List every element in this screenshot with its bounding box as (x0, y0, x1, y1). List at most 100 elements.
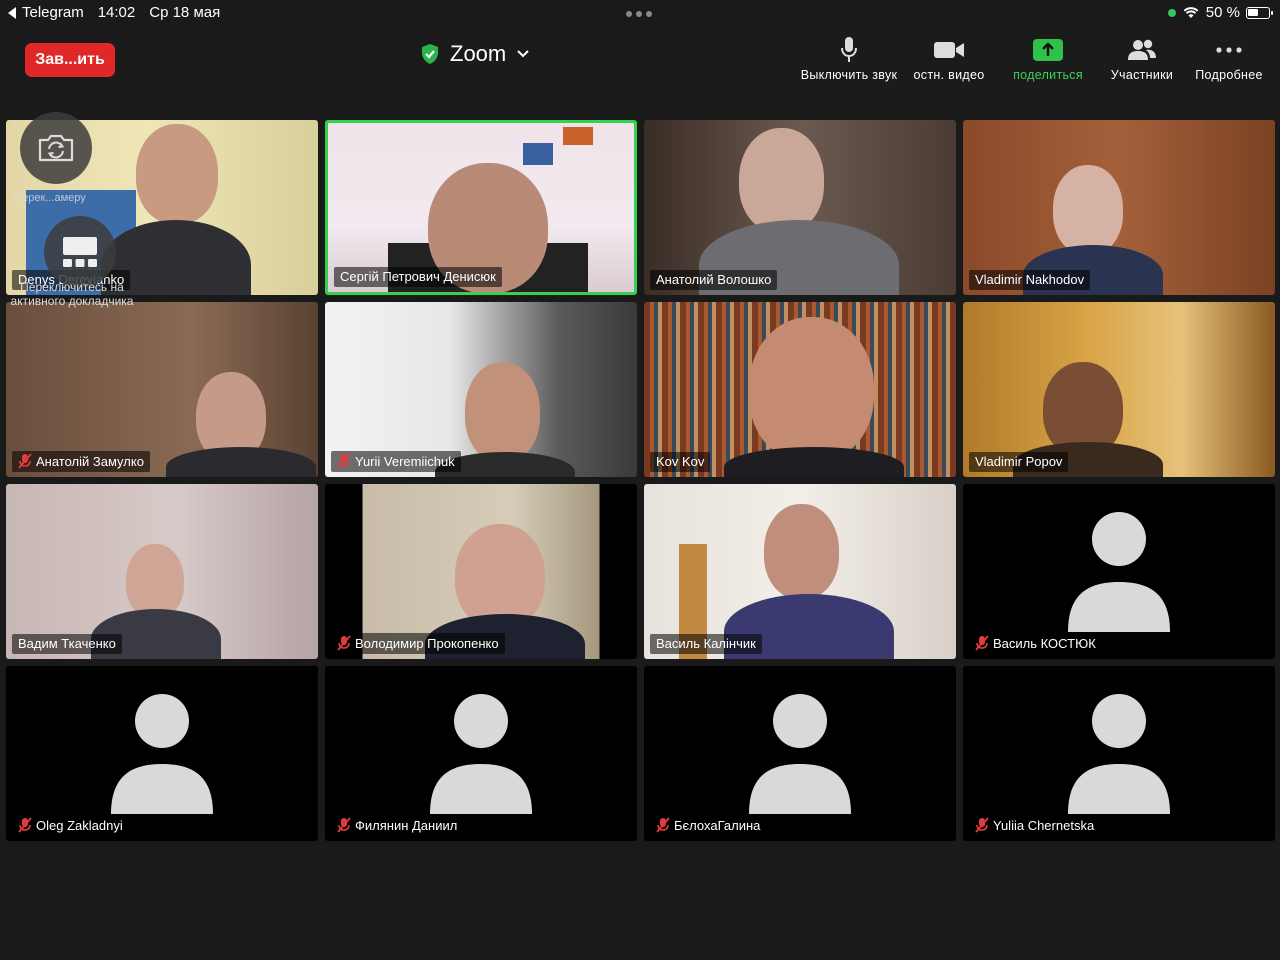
participant-name: Oleg Zakladnyi (36, 817, 123, 833)
video-camera-icon (934, 42, 964, 58)
participant-name: Василь Калінчик (656, 636, 756, 651)
mute-button[interactable]: Выключить звук (795, 36, 903, 88)
participant-nameplate: Анатолій Замулко (12, 451, 150, 472)
meeting-title-text: Zoom (450, 41, 507, 66)
participant-name: Вадим Ткаченко (18, 636, 116, 651)
participant-video (963, 120, 1275, 295)
video-tile[interactable]: Yurii Veremiichuk (325, 302, 637, 477)
participant-name: Володимир Прокопенко (355, 635, 499, 651)
end-meeting-button[interactable]: Зав...ить (25, 43, 115, 77)
muted-mic-icon (337, 635, 351, 651)
participant-name: БєлохаГалина (674, 817, 761, 833)
video-tile[interactable]: Анатолій Замулко (6, 302, 318, 477)
video-tile[interactable]: Vladimir Popov (963, 302, 1275, 477)
switch-camera-label: Перек...амеру (14, 192, 86, 204)
video-tile-active-speaker[interactable]: Сергій Петрович Денисюк (325, 120, 637, 295)
video-tile[interactable]: Kov Kov (644, 302, 956, 477)
participant-nameplate: Василь Калінчик (650, 634, 762, 654)
participant-video (6, 484, 318, 659)
more-label: Подробнее (1195, 68, 1263, 82)
video-tile[interactable]: Вадим Ткаченко (6, 484, 318, 659)
muted-mic-icon (656, 817, 670, 833)
participant-nameplate: Oleg Zakladnyi (12, 815, 129, 836)
participant-video (644, 484, 956, 659)
avatar-placeholder-icon (430, 694, 532, 814)
status-date: Ср 18 мая (149, 4, 221, 21)
participant-name: Анатолий Волошко (656, 272, 772, 287)
video-label: остн. видео (913, 68, 985, 82)
participant-name: Yurii Veremiichuk (355, 453, 455, 469)
muted-mic-icon (18, 453, 32, 469)
avatar-placeholder-icon (1068, 694, 1170, 814)
participant-name: Yuliia Chernetska (993, 817, 1095, 833)
mic-in-use-indicator (1167, 8, 1176, 17)
participant-name: Kov Kov (656, 454, 705, 469)
switch-to-speaker-view-button[interactable]: Переключитесь на активного докладчика (11, 216, 133, 308)
meeting-title[interactable]: Zoom (420, 41, 530, 67)
video-tile[interactable]: Василь Калінчик (644, 484, 956, 659)
participant-nameplate: Yuliia Chernetska (969, 815, 1101, 836)
participant-nameplate: Анатолий Волошко (650, 270, 778, 290)
video-tile[interactable]: Филянин Даниил (325, 666, 637, 841)
avatar-placeholder-icon (749, 694, 851, 814)
participant-nameplate: Володимир Прокопенко (331, 633, 505, 654)
participants-button[interactable]: Участники (1101, 36, 1183, 88)
participant-nameplate: Василь КОСТЮК (969, 633, 1102, 654)
wifi-icon (1183, 7, 1199, 18)
stop-video-button[interactable]: остн. видео (903, 36, 995, 88)
participant-name: Анатолій Замулко (36, 453, 144, 469)
participant-nameplate: Сергій Петрович Денисюк (334, 267, 502, 287)
participant-name: Сергій Петрович Денисюк (340, 269, 496, 284)
share-button[interactable]: поделиться (995, 36, 1101, 88)
muted-mic-icon (337, 453, 351, 469)
more-button[interactable]: Подробнее (1183, 36, 1275, 88)
chevron-down-icon (517, 50, 529, 58)
back-to-app-link[interactable]: Telegram (8, 4, 84, 21)
participant-name: Vladimir Popov (975, 454, 1063, 469)
switch-view-label: Переключитесь на активного докладчика (10, 280, 134, 308)
gallery-grid: Denys Derevianko Сергій Петрович Денисюк… (6, 120, 1275, 841)
participant-video (644, 302, 956, 477)
meeting-toolbar: Зав...ить Zoom Выключить звук остн. виде… (0, 26, 1280, 96)
participant-video (963, 302, 1275, 477)
video-tile[interactable]: Анатолий Волошко (644, 120, 956, 295)
switch-camera-button[interactable]: Перек...амеру (14, 112, 92, 204)
back-arrow-icon (8, 6, 16, 19)
muted-mic-icon (18, 817, 32, 833)
multitasking-dots-icon[interactable] (626, 11, 652, 17)
video-tile[interactable]: Vladimir Nakhodov (963, 120, 1275, 295)
video-tile[interactable]: Yuliia Chernetska (963, 666, 1275, 841)
share-label: поделиться (1013, 68, 1083, 82)
participant-name: Vladimir Nakhodov (975, 272, 1085, 287)
muted-mic-icon (337, 817, 351, 833)
video-tile[interactable]: Oleg Zakladnyi (6, 666, 318, 841)
muted-mic-icon (975, 635, 989, 651)
video-tile[interactable]: Володимир Прокопенко (325, 484, 637, 659)
microphone-icon (841, 37, 857, 62)
participant-nameplate: Вадим Ткаченко (12, 634, 122, 654)
mute-label: Выключить звук (800, 68, 898, 82)
participant-nameplate: БєлохаГалина (650, 815, 767, 836)
speaker-view-icon (63, 237, 97, 267)
participants-label: Участники (1110, 68, 1174, 82)
share-screen-icon (1033, 39, 1063, 61)
participant-nameplate: Vladimir Nakhodov (969, 270, 1091, 290)
more-dots-icon (1216, 47, 1242, 53)
avatar-placeholder-icon (111, 694, 213, 814)
participant-nameplate: Филянин Даниил (331, 815, 464, 836)
avatar-placeholder-icon (1068, 512, 1170, 632)
back-app-label: Telegram (22, 4, 84, 21)
participant-video (644, 120, 956, 295)
video-tile[interactable]: Василь КОСТЮК (963, 484, 1275, 659)
participant-name: Василь КОСТЮК (993, 635, 1096, 651)
muted-mic-icon (975, 817, 989, 833)
participant-nameplate: Vladimir Popov (969, 452, 1069, 472)
video-tile[interactable]: БєлохаГалина (644, 666, 956, 841)
participant-nameplate: Kov Kov (650, 452, 711, 472)
battery-icon (1246, 6, 1273, 19)
camera-switch-icon (38, 134, 74, 162)
shield-check-icon (422, 44, 438, 64)
participant-name: Филянин Даниил (355, 817, 458, 833)
battery-percent: 50 % (1205, 4, 1240, 21)
status-bar: Telegram 14:02 Ср 18 мая 50 % (0, 0, 1280, 26)
